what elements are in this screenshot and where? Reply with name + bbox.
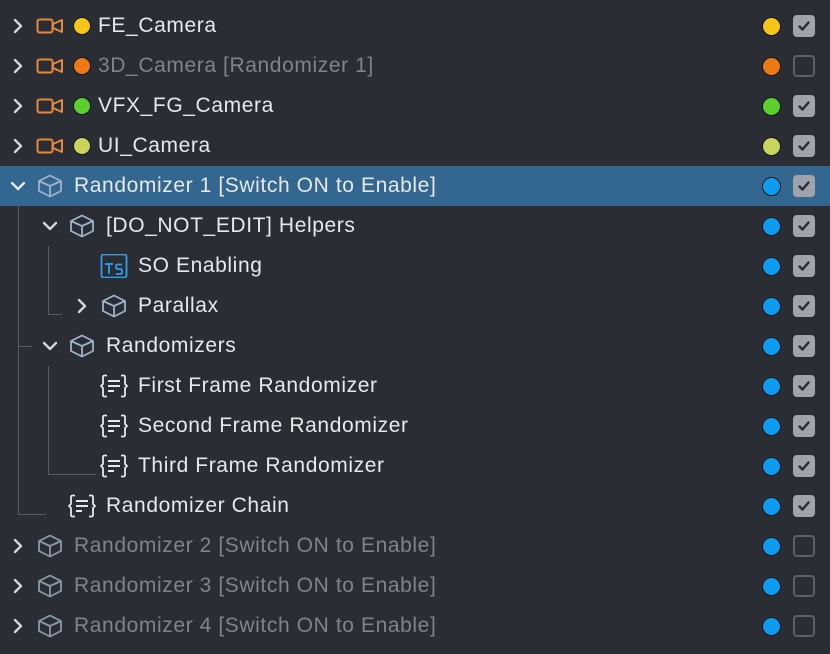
tree-row-label: SO Enabling [138,254,263,277]
script-icon [100,454,128,478]
tree-row[interactable]: Randomizer 2 [Switch ON to Enable] [0,526,830,566]
tree-row[interactable]: SO Enabling [0,246,830,286]
cube-icon [36,534,64,558]
layer-color-dot[interactable] [762,217,781,236]
camera-color-dot [73,17,91,35]
tree-row[interactable]: Randomizer 4 [Switch ON to Enable] [0,606,830,646]
enable-checkbox[interactable] [793,415,815,437]
tree-row-label: Randomizer 3 [Switch ON to Enable] [74,574,437,597]
tree-row-label: UI_Camera [98,134,211,157]
tree-row-label: Third Frame Randomizer [138,454,385,477]
tree-row[interactable]: Parallax [0,286,830,326]
cube-icon [68,334,96,358]
layer-color-dot[interactable] [762,297,781,316]
layer-color-dot[interactable] [762,57,781,76]
layer-color-dot[interactable] [762,17,781,36]
script-icon [68,494,96,518]
enable-checkbox[interactable] [793,375,815,397]
chevron-right-icon[interactable] [8,616,28,636]
layer-color-dot[interactable] [762,537,781,556]
tree-row-label: First Frame Randomizer [138,374,378,397]
tree-row-label: Randomizer 1 [Switch ON to Enable] [74,174,437,197]
tree-row[interactable]: Randomizers [0,326,830,366]
layer-color-dot[interactable] [762,177,781,196]
layer-color-dot[interactable] [762,377,781,396]
layer-color-dot[interactable] [762,497,781,516]
layer-color-dot[interactable] [762,417,781,436]
enable-checkbox[interactable] [793,135,815,157]
tree-row-label: Randomizer 2 [Switch ON to Enable] [74,534,437,557]
chevron-right-icon[interactable] [8,536,28,556]
cube-icon [36,574,64,598]
tree-row[interactable]: Randomizer Chain [0,486,830,526]
layer-color-dot[interactable] [762,617,781,636]
camera-icon [36,14,64,38]
camera-color-dot [73,97,91,115]
tree-row-label: Parallax [138,294,219,317]
enable-checkbox[interactable] [793,575,815,597]
tree-row[interactable]: FE_Camera [0,6,830,46]
chevron-right-icon[interactable] [8,16,28,36]
layer-color-dot[interactable] [762,97,781,116]
tree-row-label: VFX_FG_Camera [98,94,274,117]
chevron-down-icon[interactable] [8,176,28,196]
camera-icon [36,54,64,78]
layer-color-dot[interactable] [762,337,781,356]
enable-checkbox[interactable] [793,175,815,197]
chevron-right-icon[interactable] [72,296,92,316]
camera-color-dot [73,57,91,75]
enable-checkbox[interactable] [793,495,815,517]
camera-color-dot [73,137,91,155]
enable-checkbox[interactable] [793,215,815,237]
script-icon [100,374,128,398]
layer-color-dot[interactable] [762,137,781,156]
layer-color-dot[interactable] [762,457,781,476]
script-icon [100,414,128,438]
tree-row[interactable]: Randomizer 1 [Switch ON to Enable] [0,166,830,206]
cube-icon [100,294,128,318]
tree-row[interactable]: [DO_NOT_EDIT] Helpers [0,206,830,246]
camera-icon [36,134,64,158]
enable-checkbox[interactable] [793,255,815,277]
chevron-right-icon[interactable] [8,56,28,76]
tree-row-label: Randomizer 4 [Switch ON to Enable] [74,614,437,637]
chevron-down-icon[interactable] [40,336,60,356]
enable-checkbox[interactable] [793,55,815,77]
tree-row[interactable]: First Frame Randomizer [0,366,830,406]
enable-checkbox[interactable] [793,15,815,37]
cube-icon [68,214,96,238]
tree-row-label: Second Frame Randomizer [138,414,409,437]
tree-row[interactable]: Randomizer 3 [Switch ON to Enable] [0,566,830,606]
layer-color-dot[interactable] [762,257,781,276]
tree-row[interactable]: Third Frame Randomizer [0,446,830,486]
tree-row[interactable]: VFX_FG_Camera [0,86,830,126]
tree-row-label: 3D_Camera [Randomizer 1] [98,54,374,77]
typescript-icon [100,253,128,279]
tree-row[interactable]: 3D_Camera [Randomizer 1] [0,46,830,86]
tree-row-label: Randomizer Chain [106,494,290,517]
chevron-right-icon[interactable] [8,576,28,596]
enable-checkbox[interactable] [793,535,815,557]
scene-hierarchy-panel: FE_Camera 3D_Camera [Randomizer 1] VFX_FG_… [0,0,830,654]
camera-icon [36,94,64,118]
enable-checkbox[interactable] [793,295,815,317]
enable-checkbox[interactable] [793,615,815,637]
cube-icon [36,174,64,198]
tree-row-label: FE_Camera [98,14,217,37]
cube-icon [36,614,64,638]
tree-row-label: Randomizers [106,334,237,357]
chevron-right-icon[interactable] [8,96,28,116]
tree-row[interactable]: UI_Camera [0,126,830,166]
enable-checkbox[interactable] [793,455,815,477]
chevron-down-icon[interactable] [40,216,60,236]
enable-checkbox[interactable] [793,95,815,117]
tree-row-label: [DO_NOT_EDIT] Helpers [106,214,356,237]
tree-row[interactable]: Second Frame Randomizer [0,406,830,446]
chevron-right-icon[interactable] [8,136,28,156]
layer-color-dot[interactable] [762,577,781,596]
enable-checkbox[interactable] [793,335,815,357]
